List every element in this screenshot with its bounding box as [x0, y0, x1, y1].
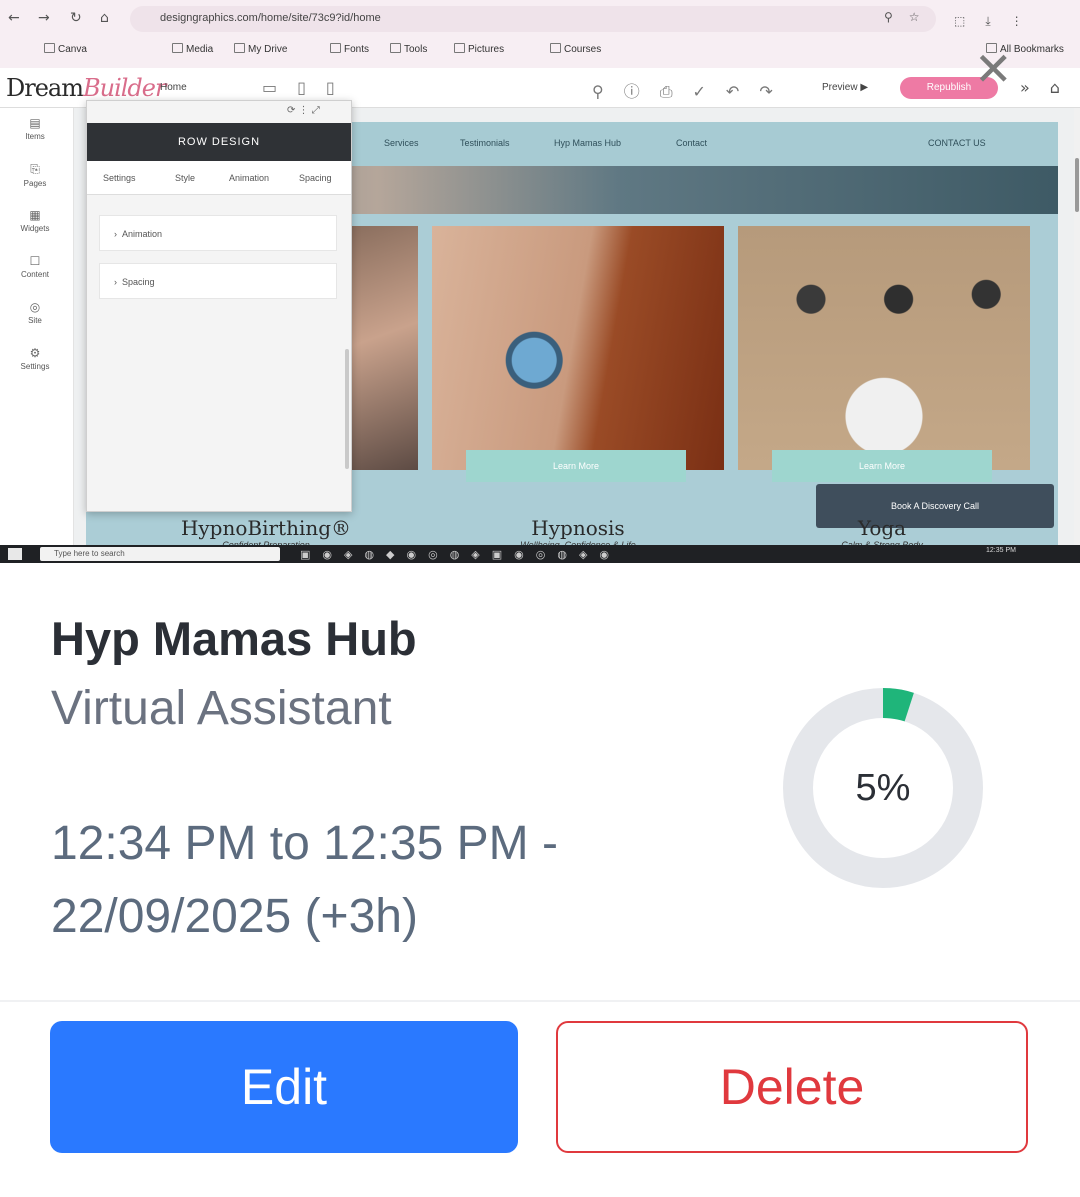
site-nav-item: CONTACT US [928, 138, 986, 148]
rail-label: Settings [20, 362, 50, 371]
hypnobirthing-image [350, 226, 418, 470]
site-nav-item: Services [384, 138, 419, 148]
panel-tab-spacing: Spacing [299, 173, 332, 183]
delete-button[interactable]: Delete [556, 1021, 1028, 1153]
rail-label: Content [20, 270, 50, 279]
site-nav-item: Testimonials [460, 138, 510, 148]
site-icon: ◎ [29, 300, 41, 314]
card-divider [0, 1000, 1080, 1002]
forward-icon: → [38, 10, 50, 26]
home-icon: ⌂ [100, 10, 109, 26]
taskbar-clock: 12:35 PM [986, 547, 1016, 554]
panel-tab-style: Style [175, 173, 196, 183]
rail-item: ⚙ Settings [0, 346, 70, 371]
browser-menu-icons: ⬚⤓⋮ [954, 14, 1043, 28]
project-title: Hyp Mamas Hub [51, 612, 417, 665]
taskbar-app-icons: ▣◉◈◍◆◉◎◍◈▣◉◎◍◈◉ [300, 548, 622, 561]
panel-scrollbar [345, 349, 349, 469]
panel-top-bar: ⟳ ⋮ ⤢ [87, 101, 351, 123]
items-icon: ▤ [29, 116, 41, 130]
rail-item: ☐ Content [0, 254, 70, 279]
site-nav-item: Contact [676, 138, 708, 148]
accordion-animation: › Animation [99, 215, 337, 251]
pages-icon: ⎘ [30, 162, 40, 176]
accordion-label: Spacing [122, 277, 155, 287]
browser-chrome: ← → ↻ ⌂ designgraphics.com/home/site/73c… [0, 0, 1080, 68]
service-title: HypnoBirthing® [180, 516, 352, 540]
page-select: Home [160, 82, 187, 93]
role-subtitle: Virtual Assistant [51, 682, 392, 735]
rail-item: ▤ Items [0, 116, 70, 141]
logo-prefix: Dream [6, 74, 84, 102]
content-icon: ☐ [29, 254, 41, 268]
panel-tab-settings: Settings [103, 173, 136, 183]
close-icon: ✕ [974, 42, 1013, 96]
bookmark: Courses [550, 43, 601, 55]
gear-icon: ⚙ [29, 346, 41, 360]
bookmark: Fonts [330, 43, 369, 55]
progress-label: 5% [855, 767, 911, 809]
hypnosis-image [432, 226, 724, 470]
url-text: designgraphics.com/home/site/73c9?id/hom… [160, 12, 381, 24]
panel-header: ROW DESIGN [87, 123, 351, 161]
page-scrollbar-thumb [1075, 158, 1079, 212]
rail-label: Widgets [20, 224, 50, 233]
rail-item: ⎘ Pages [0, 162, 70, 188]
panel-tab-animation: Animation [229, 173, 270, 183]
rail-item: ◎ Site [0, 300, 70, 325]
preview-button: Preview ▶ [822, 82, 869, 93]
edit-button[interactable]: Edit [50, 1021, 518, 1153]
left-rail: ▤ Items ⎘ Pages ▦ Widgets ☐ Content ◎ Site ⚙ S… [0, 108, 74, 545]
service-title: Yoga [857, 516, 907, 540]
address-icons: ⚲☆ [884, 10, 936, 24]
accordion-label: Animation [122, 229, 163, 239]
time-range: 12:34 PM to 12:35 PM - 22/09/2025 (+3h) [51, 817, 558, 943]
panel-window-icons: ⟳ ⋮ ⤢ [287, 105, 320, 116]
logo-suffix: Builder [82, 74, 166, 102]
learn-more-button: Learn More [466, 450, 686, 482]
bookmark: My Drive [234, 43, 287, 55]
panel-tabs: Settings Style Animation Spacing [87, 161, 351, 195]
bookmark: Canva [44, 43, 87, 55]
device-view-icons: ▭▯▯ [262, 78, 355, 97]
address-bar: designgraphics.com/home/site/73c9?id/hom… [130, 6, 936, 32]
accordion-spacing: › Spacing [99, 263, 337, 299]
site-nav-item: Hyp Mamas Hub [554, 138, 622, 148]
back-icon: ← [8, 10, 20, 26]
rail-item: ▦ Widgets [0, 208, 70, 233]
bookmark: Pictures [454, 43, 504, 55]
widgets-icon: ▦ [29, 208, 41, 222]
yoga-image [738, 226, 1030, 470]
address-row: ← → ↻ ⌂ designgraphics.com/home/site/73c… [0, 4, 1080, 32]
rail-label: Pages [23, 179, 47, 188]
activity-card: Hyp Mamas Hub Virtual Assistant 12:34 PM… [0, 563, 1080, 1197]
service-title: Hypnosis [531, 516, 625, 540]
row-design-panel: ⟳ ⋮ ⤢ ROW DESIGN Settings Style Animatio… [86, 100, 352, 512]
bookmark: Tools [390, 43, 427, 55]
rail-label: Site [28, 316, 42, 325]
tool-icons: ⚲ⓘ⎙✓↶↷ [592, 82, 793, 101]
builder-right-icons: »⌂ [1020, 78, 1080, 97]
start-icon [8, 548, 22, 560]
bookmark: Media [172, 43, 213, 55]
taskbar: Type here to search ▣◉◈◍◆◉◎◍◈▣◉◎◍◈◉ 12:3… [0, 545, 1080, 563]
work-screenshot: ← → ↻ ⌂ designgraphics.com/home/site/73c… [0, 0, 1080, 563]
builder-logo: DreamBuilder [6, 74, 166, 102]
bookmarks-bar: Canva Media My Drive Fonts Tools Picture… [0, 38, 1080, 60]
taskbar-search: Type here to search [40, 547, 280, 561]
rail-label: Items [25, 132, 45, 141]
app-root: ← → ↻ ⌂ designgraphics.com/home/site/73c… [0, 0, 1080, 1197]
reload-icon: ↻ [70, 10, 82, 26]
learn-more-button: Learn More [772, 450, 992, 482]
